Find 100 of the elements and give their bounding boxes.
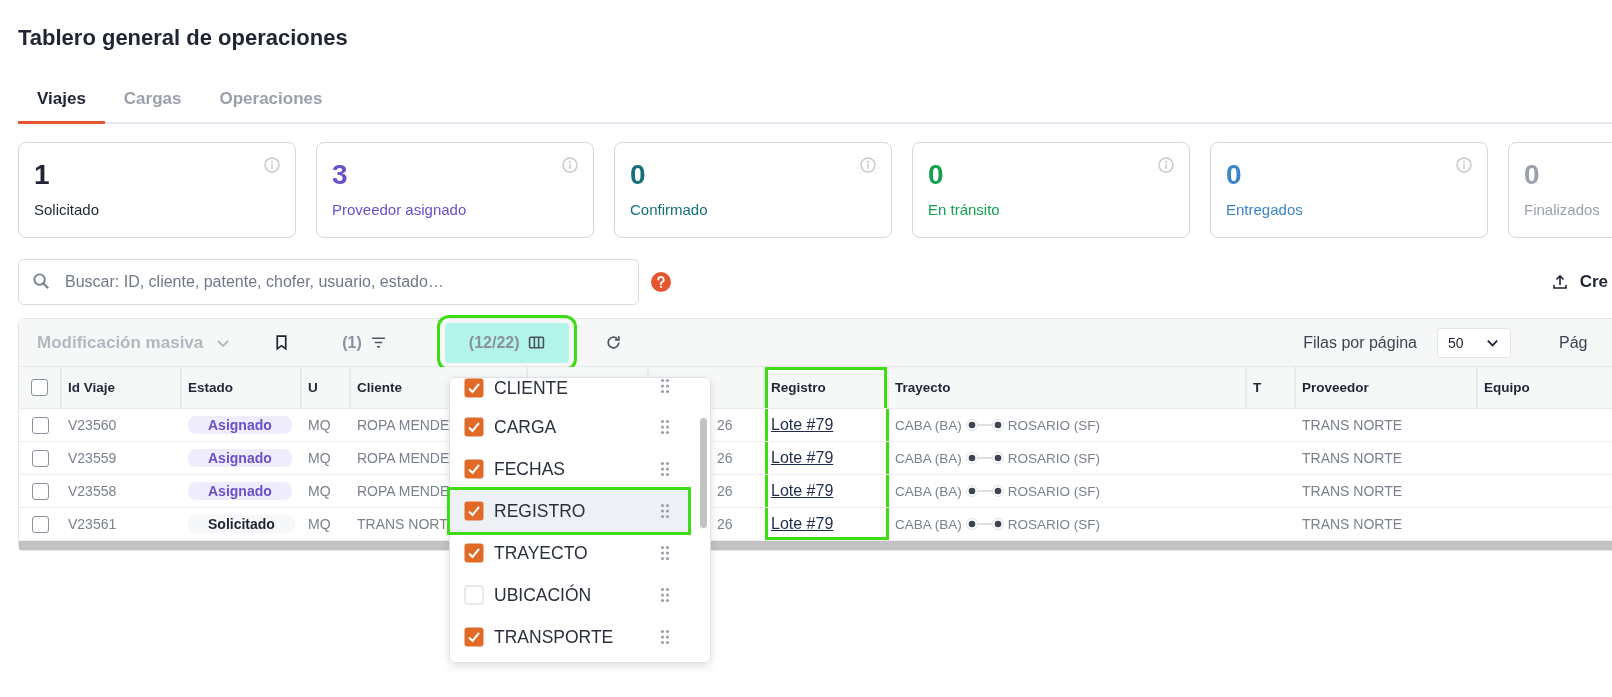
route-line-icon (964, 418, 1005, 432)
drag-handle-icon[interactable] (660, 461, 670, 477)
provider-name: TRANS NORTE (1302, 483, 1403, 499)
checkbox[interactable] (464, 627, 484, 647)
page-label: Pág (1559, 333, 1589, 352)
drag-handle-icon[interactable] (660, 378, 670, 394)
filter-icon (369, 334, 387, 351)
record-link[interactable]: Lote #79 (771, 515, 834, 533)
upload-icon (1551, 274, 1568, 290)
provider-name: TRANS NORTE (1302, 516, 1403, 532)
stat-label: Confirmado (630, 201, 709, 218)
search-field[interactable]: Buscar: ID, cliente, patente, chofer, usuario, estado… (18, 259, 639, 305)
route-destination: ROSARIO (SF) (1007, 417, 1101, 433)
route-destination: ROSARIO (SF) (1007, 483, 1101, 499)
checkbox[interactable] (464, 378, 484, 398)
status-badge: Asignado (188, 416, 292, 434)
columns-icon (527, 334, 545, 351)
trip-id: V23561 (68, 516, 117, 532)
route-destination: ROSARIO (SF) (1007, 516, 1101, 532)
column-menu-item[interactable]: CARGA (450, 406, 688, 448)
stat-value: 0 (630, 159, 646, 191)
row-checkbox[interactable] (32, 515, 49, 533)
provider-name: TRANS NORTE (1302, 450, 1403, 466)
client-name: ROPA MENDE (357, 417, 450, 433)
drag-handle-icon[interactable] (660, 419, 670, 435)
route-line-icon (964, 517, 1005, 531)
info-icon[interactable] (1456, 157, 1472, 173)
checkbox[interactable] (464, 543, 484, 563)
status-badge: Solicitado (188, 515, 295, 533)
column-header[interactable]: Trayecto (895, 380, 951, 395)
stat-label: Entregados (1226, 201, 1304, 218)
date-fragment: 26 (717, 450, 733, 466)
column-header[interactable]: Registro (771, 380, 826, 395)
record-link[interactable]: Lote #79 (771, 416, 834, 434)
client-name: TRANS NORT (357, 516, 448, 532)
column-header[interactable]: Equipo (1484, 380, 1530, 395)
trip-id: V23558 (68, 483, 117, 499)
column-menu-item[interactable]: FECHAS (450, 448, 688, 490)
record-link[interactable]: Lote #79 (771, 482, 834, 500)
column-name: FECHAS (494, 458, 566, 480)
drag-handle-icon[interactable] (660, 545, 670, 561)
stat-label: Finalizados (1524, 201, 1601, 218)
column-header[interactable]: Proveedor (1302, 380, 1369, 395)
column-menu-item[interactable]: TRANSPORTE (450, 616, 688, 658)
drag-handle-icon[interactable] (660, 629, 670, 645)
route-line-icon (964, 484, 1005, 498)
route-destination: ROSARIO (SF) (1007, 450, 1101, 466)
status-badge: Asignado (188, 482, 292, 500)
checkbox[interactable] (31, 379, 48, 396)
unit-code: MQ (308, 483, 331, 499)
stat-value: 0 (1226, 159, 1242, 191)
status-badge: Asignado (188, 449, 292, 467)
tab[interactable]: Viajes (18, 83, 105, 124)
info-icon[interactable] (562, 157, 578, 173)
stat-value: 1 (34, 159, 50, 191)
row-checkbox[interactable] (32, 416, 49, 434)
route-origin: CABA (BA) (895, 417, 962, 433)
help-icon[interactable] (651, 272, 671, 292)
column-name: UBICACIÓN (494, 584, 593, 606)
search-icon (32, 272, 51, 291)
record-link[interactable]: Lote #79 (771, 449, 834, 467)
trip-id: V23560 (68, 417, 117, 433)
trip-id: V23559 (68, 450, 117, 466)
stat-label: Solicitado (34, 201, 101, 218)
column-name: REGISTRO (494, 500, 587, 522)
drag-handle-icon[interactable] (660, 587, 670, 603)
date-fragment: 26 (717, 516, 733, 532)
column-header[interactable]: U (308, 380, 318, 395)
create-button[interactable]: Cre (1551, 272, 1608, 292)
stat-value: 0 (1524, 159, 1540, 191)
column-menu-item[interactable]: CLIENTE (450, 378, 688, 406)
column-header[interactable]: T (1253, 380, 1262, 395)
page-title: Tablero general de operaciones (18, 24, 349, 52)
column-name: CARGA (494, 416, 558, 438)
route-origin: CABA (BA) (895, 516, 962, 532)
info-icon[interactable] (264, 157, 280, 173)
drag-handle-icon[interactable] (660, 503, 670, 519)
refresh-icon[interactable] (604, 334, 622, 351)
column-menu-item[interactable]: REGISTRO (450, 490, 688, 532)
provider-name: TRANS NORTE (1302, 417, 1403, 433)
column-menu-item[interactable]: TRAYECTO (450, 532, 688, 574)
column-name: CLIENTE (494, 378, 569, 399)
checkbox[interactable] (464, 417, 484, 437)
column-menu-item[interactable]: UBICACIÓN (450, 574, 688, 616)
checkbox[interactable] (464, 501, 484, 521)
rows-per-page-select[interactable]: 50 (1437, 327, 1511, 358)
row-checkbox[interactable] (32, 482, 49, 500)
row-checkbox[interactable] (32, 449, 49, 467)
menu-scrollbar[interactable] (700, 418, 707, 528)
route-origin: CABA (BA) (895, 483, 962, 499)
column-header[interactable]: Estado (188, 380, 233, 395)
checkbox[interactable] (464, 459, 484, 479)
stat-value: 0 (928, 159, 944, 191)
date-fragment: 26 (717, 483, 733, 499)
info-icon[interactable] (1158, 157, 1174, 173)
info-icon[interactable] (860, 157, 876, 173)
column-name: TRAYECTO (494, 542, 589, 564)
column-name: TRANSPORTE (494, 626, 615, 648)
column-header[interactable]: Cliente (357, 380, 402, 395)
column-header[interactable]: Id Viaje (68, 380, 116, 395)
